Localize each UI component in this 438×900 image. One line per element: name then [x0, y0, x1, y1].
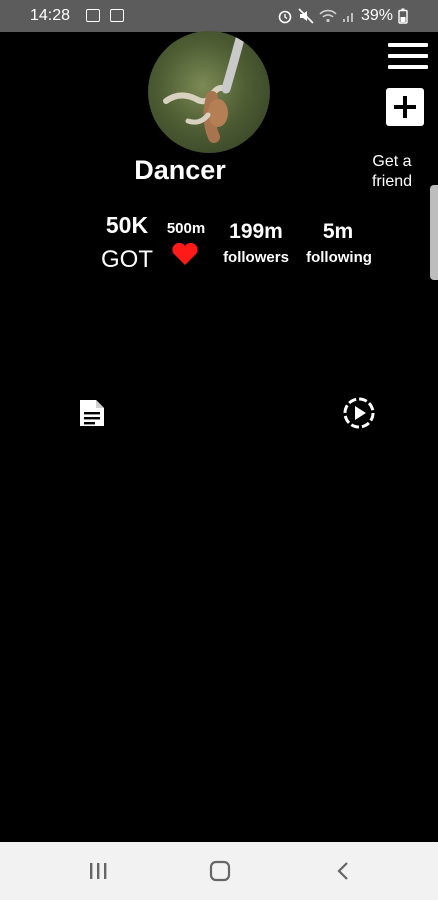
back-button[interactable]	[314, 842, 374, 900]
status-time: 14:28	[30, 7, 71, 24]
wifi-icon	[319, 9, 337, 23]
get-friend-line2: friend	[371, 173, 413, 190]
gallery-icon	[86, 9, 100, 22]
followers-count[interactable]: 199m	[220, 220, 292, 244]
signal-icon	[342, 13, 353, 22]
got-label: GOT	[101, 246, 153, 273]
hamburger-menu-icon[interactable]	[388, 43, 428, 69]
heart-icon[interactable]	[171, 242, 199, 266]
scroll-indicator[interactable]	[430, 185, 438, 280]
dancer-avatar[interactable]	[148, 31, 270, 153]
recents-button[interactable]	[68, 842, 128, 900]
recents-icon	[90, 863, 107, 879]
following-label[interactable]: following	[300, 249, 378, 266]
status-bar: 14:28 39%	[0, 0, 438, 32]
document-icon[interactable]	[78, 398, 106, 428]
add-button[interactable]	[386, 88, 424, 126]
followers-label[interactable]: followers	[216, 249, 296, 266]
navigation-bar	[0, 842, 438, 900]
status-icons: 39%	[277, 7, 408, 25]
play-circle-icon[interactable]	[342, 396, 376, 430]
following-count[interactable]: 5m	[302, 220, 374, 244]
home-icon	[209, 860, 231, 882]
profile-screen: 14:28 39% Get a friend Dancer 50K GOT 50…	[0, 0, 438, 900]
mute-icon	[298, 8, 314, 24]
dancer-figure	[163, 34, 245, 143]
back-icon	[337, 862, 348, 880]
alarm-icon	[278, 10, 292, 24]
home-button[interactable]	[190, 842, 250, 900]
battery-percent: 39%	[360, 7, 393, 24]
get-friend-link[interactable]: Get a friend	[364, 152, 420, 192]
profile-name: Dancer	[134, 155, 226, 185]
got-count: 50K	[105, 212, 149, 238]
battery-icon	[398, 8, 408, 24]
likes-count: 500m	[166, 220, 206, 237]
notification-icon	[110, 9, 124, 22]
get-friend-line1: Get a	[372, 153, 412, 170]
